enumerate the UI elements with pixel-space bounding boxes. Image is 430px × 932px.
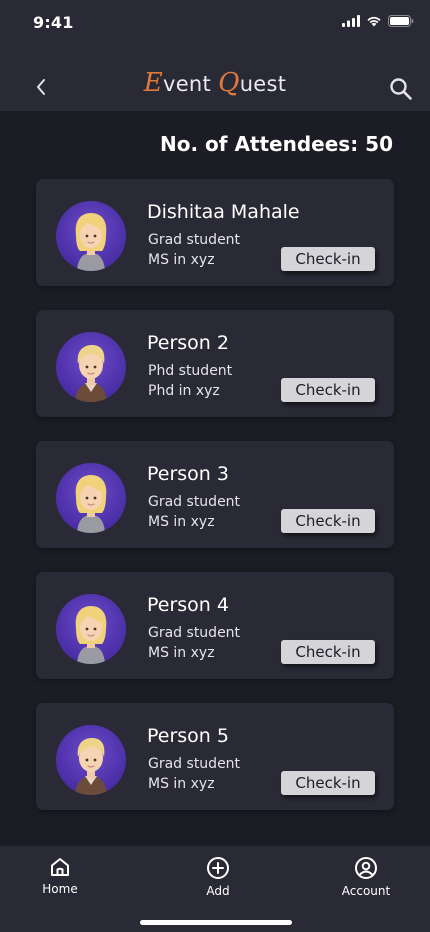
attendee-role: Grad student <box>148 232 241 248</box>
avatar <box>56 463 126 533</box>
attendee-role: Grad student <box>148 625 241 641</box>
nav-account[interactable]: Account <box>321 856 411 898</box>
status-icons <box>342 15 414 27</box>
app-title-part-1: vent <box>162 72 219 96</box>
avatar <box>56 594 126 664</box>
signal-icon <box>342 15 360 27</box>
nav-add[interactable]: Add <box>173 856 263 898</box>
attendee-role: Grad student <box>148 494 241 510</box>
nav-add-label: Add <box>206 884 230 898</box>
boy-avatar-icon <box>75 345 107 402</box>
attendee-name: Person 2 <box>147 332 229 354</box>
attendee-program: MS in xyz <box>148 776 215 792</box>
boy-avatar-icon <box>75 738 107 795</box>
attendee-program: MS in xyz <box>148 252 215 268</box>
home-indicator <box>140 920 292 925</box>
attendee-name: Dishitaa Mahale <box>147 201 300 223</box>
app-title-cap-e: E <box>143 68 163 98</box>
app-header: Event Quest <box>0 46 430 111</box>
avatar <box>56 201 126 271</box>
wifi-icon <box>367 16 381 27</box>
attendee-card: Dishitaa Mahale Grad student MS in xyz C… <box>36 179 394 286</box>
nav-home-label: Home <box>42 882 78 896</box>
avatar <box>56 332 126 402</box>
battery-icon <box>388 15 414 27</box>
avatar <box>56 725 126 795</box>
attendee-card: Person 5 Grad student MS in xyz Check-in <box>36 703 394 810</box>
attendee-card: Person 4 Grad student MS in xyz Check-in <box>36 572 394 679</box>
girl-avatar-icon <box>75 213 107 271</box>
girl-avatar-icon <box>75 475 107 533</box>
check-in-button[interactable]: Check-in <box>281 247 375 271</box>
check-in-button[interactable]: Check-in <box>281 378 375 402</box>
attendee-card: Person 3 Grad student MS in xyz Check-in <box>36 441 394 548</box>
check-in-button[interactable]: Check-in <box>281 771 375 795</box>
attendee-name: Person 5 <box>147 725 229 747</box>
account-icon <box>355 857 377 879</box>
attendee-program: Phd in xyz <box>148 383 220 399</box>
search-icon <box>390 78 412 100</box>
status-bar: 9:41 <box>0 0 430 46</box>
home-icon <box>51 858 69 876</box>
attendee-name: Person 4 <box>147 594 229 616</box>
check-in-button[interactable]: Check-in <box>281 640 375 664</box>
search-button[interactable] <box>388 76 414 102</box>
app-title-part-2: uest <box>239 72 287 96</box>
attendee-card: Person 2 Phd student Phd in xyz Check-in <box>36 310 394 417</box>
add-icon <box>207 857 229 879</box>
status-time: 9:41 <box>33 13 74 32</box>
check-in-button[interactable]: Check-in <box>281 509 375 533</box>
app-title-cap-q: Q <box>218 68 240 98</box>
attendee-role: Grad student <box>148 756 241 772</box>
attendee-program: MS in xyz <box>148 514 215 530</box>
nav-account-label: Account <box>341 884 391 898</box>
attendee-name: Person 3 <box>147 463 229 485</box>
attendee-role: Phd student <box>148 363 233 379</box>
attendee-program: MS in xyz <box>148 645 215 661</box>
girl-avatar-icon <box>75 606 107 664</box>
attendee-count: No. of Attendees: 50 <box>160 132 393 156</box>
app-title: Event Quest <box>0 68 430 98</box>
nav-home[interactable]: Home <box>15 856 105 896</box>
